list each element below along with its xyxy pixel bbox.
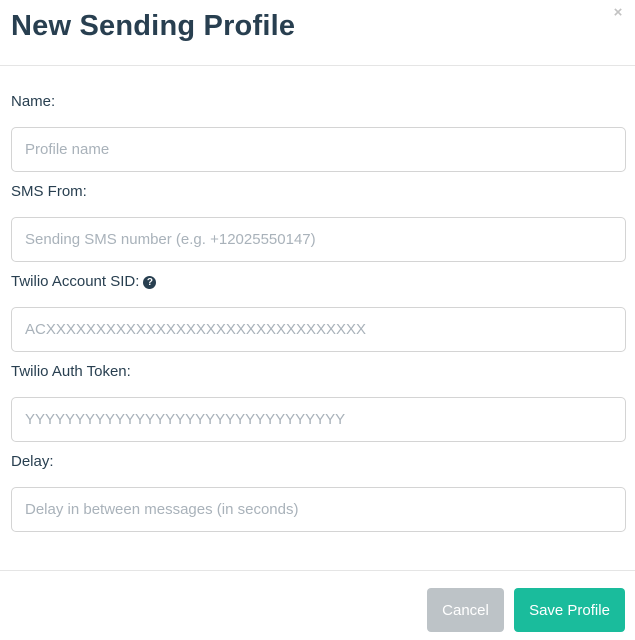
modal-title: New Sending Profile (11, 10, 296, 42)
modal-header: New Sending Profile × (0, 0, 635, 66)
sms-from-input[interactable] (11, 217, 626, 262)
save-profile-button[interactable]: Save Profile (514, 588, 625, 632)
close-icon[interactable]: × (611, 4, 625, 22)
auth-token-label: Twilio Auth Token: (11, 363, 131, 380)
profile-name-input[interactable] (11, 127, 626, 172)
auth-token-input[interactable] (11, 397, 626, 442)
account-sid-label: Twilio Account SID: (11, 273, 140, 290)
question-circle-icon[interactable]: ? (143, 275, 157, 289)
modal-footer: Cancel Save Profile (0, 570, 635, 640)
account-sid-label-row: Twilio Account SID: ? (11, 272, 157, 292)
name-label: Name: (11, 93, 56, 110)
sending-profile-modal: New Sending Profile × Name: SMS From: Tw… (0, 0, 635, 640)
delay-input[interactable] (11, 487, 626, 532)
cancel-button[interactable]: Cancel (427, 588, 504, 632)
sms-from-label: SMS From: (11, 183, 87, 200)
account-sid-input[interactable] (11, 307, 626, 352)
delay-label: Delay: (11, 453, 54, 470)
